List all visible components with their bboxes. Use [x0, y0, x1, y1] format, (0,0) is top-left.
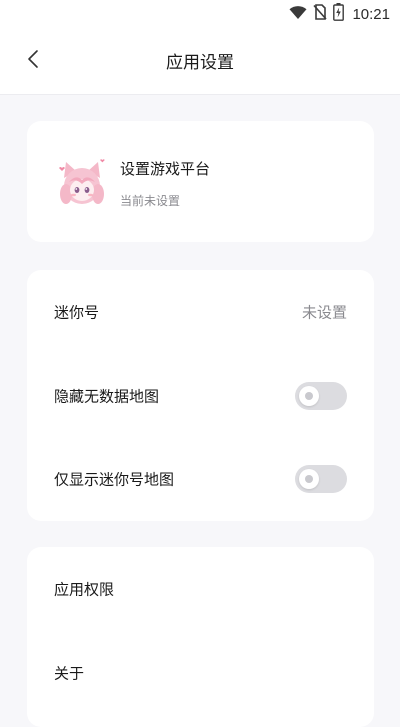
page-title: 应用设置	[166, 53, 234, 73]
battery-charging-icon	[333, 3, 345, 25]
platform-title: 设置游戏平台	[120, 160, 211, 178]
platform-subtitle: 当前未设置	[120, 194, 181, 208]
mini-id-row[interactable]: 迷你号 未设置	[27, 270, 374, 354]
hide-no-data-map-label: 隐藏无数据地图	[54, 387, 160, 406]
mini-id-label: 迷你号	[54, 303, 100, 322]
avatar	[54, 156, 110, 212]
status-bar: 10:21	[0, 0, 400, 28]
no-sim-icon	[313, 4, 328, 24]
only-show-mini-map-label: 仅显示迷你号地图	[54, 470, 175, 489]
app-permissions-label: 应用权限	[54, 580, 115, 599]
app-header: 应用设置	[0, 28, 400, 95]
toggle-knob	[299, 469, 319, 489]
toggle-knob	[299, 386, 319, 406]
app-permissions-row[interactable]: 应用权限	[27, 547, 374, 631]
hide-no-data-map-toggle[interactable]	[295, 382, 347, 410]
platform-card: 设置游戏平台 当前未设置	[27, 121, 374, 242]
wifi-icon	[289, 5, 307, 24]
status-icons: 10:21	[289, 3, 390, 25]
set-game-platform-row[interactable]: 设置游戏平台 当前未设置	[27, 121, 374, 242]
settings-card: 迷你号 未设置 隐藏无数据地图 仅显示迷你号地图	[27, 270, 374, 521]
hide-no-data-map-row: 隐藏无数据地图	[27, 354, 374, 438]
about-row[interactable]: 关于	[27, 631, 374, 715]
only-show-mini-map-toggle[interactable]	[295, 465, 347, 493]
about-card: 应用权限 关于	[27, 547, 374, 727]
about-label: 关于	[54, 664, 85, 683]
only-show-mini-map-row: 仅显示迷你号地图	[27, 437, 374, 521]
status-time: 10:21	[352, 5, 390, 23]
mini-id-value: 未设置	[301, 303, 347, 322]
